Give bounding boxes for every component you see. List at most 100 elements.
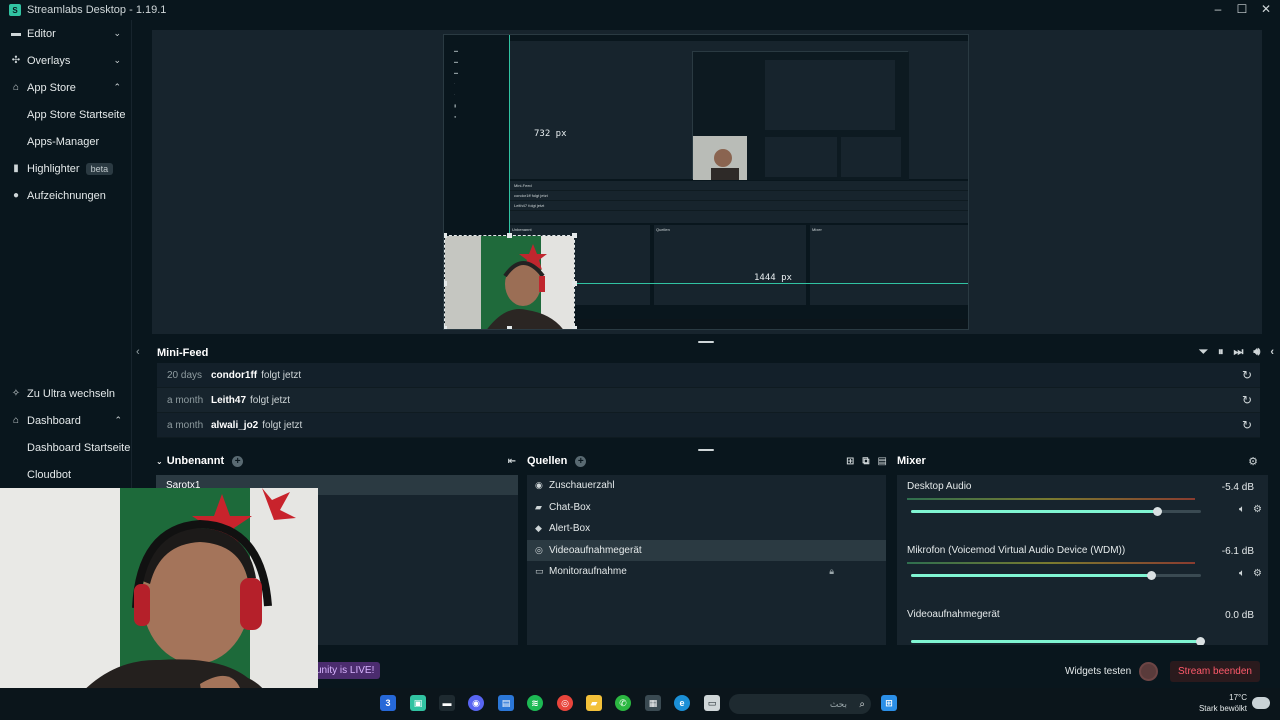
add-source-icon[interactable]: + xyxy=(575,455,587,467)
repeat-icon[interactable]: ↻ xyxy=(1242,393,1252,407)
resize-handle[interactable] xyxy=(572,233,577,238)
sidebar-item-app-store[interactable]: ⌂ App Store ⌃ xyxy=(0,74,131,101)
source-item[interactable]: ◎ Videoaufnahmegerät xyxy=(527,539,886,561)
volume-icon[interactable]: 🔊︎ xyxy=(1253,346,1260,359)
mini-feed: Mini-Feed ⏷ ⏸ ⏭ 🔊︎ ‹ 20 days condor1ff f… xyxy=(148,343,1280,443)
feed-user: condor1ff xyxy=(211,369,258,381)
lock-icon[interactable]: 🔒︎ xyxy=(829,566,834,577)
folder-add-icon[interactable]: ⊞ xyxy=(846,456,854,467)
minimize-icon[interactable]: – xyxy=(1212,2,1224,16)
app-taskbar-icon[interactable]: ▤ xyxy=(498,695,514,711)
spotify-taskbar-icon[interactable]: ≋ xyxy=(527,695,543,711)
gear-icon[interactable]: ⚙ xyxy=(1253,504,1262,515)
sidebar-item-overlays[interactable]: ✣ Overlays ⌄ xyxy=(0,47,131,74)
window-title: Streamlabs Desktop - 1.19.1 xyxy=(27,4,167,16)
webcam-overlay xyxy=(0,488,318,720)
windows-start-icon[interactable]: ⊞ xyxy=(881,695,897,711)
sidebar-item-app-store-home[interactable]: App Store Startseite xyxy=(0,101,131,128)
source-label: Chat-Box xyxy=(549,501,591,513)
app-icon-3[interactable]: 3 xyxy=(380,695,396,711)
webcam-thumbnail xyxy=(445,236,574,329)
preview-canvas[interactable]: ▬ ▬ ▬ · · ▮ ● Mini-Feed condor1ff folgt jetzt Le… xyxy=(443,34,969,330)
sidebar-item-highlighter[interactable]: ▮ Highlighter beta xyxy=(0,155,131,182)
group-icon[interactable]: ⧉ xyxy=(862,456,869,467)
resize-handle[interactable] xyxy=(444,281,447,286)
record-button[interactable] xyxy=(1139,662,1158,681)
repeat-icon[interactable]: ↻ xyxy=(1242,368,1252,382)
search-icon: ⌕ xyxy=(859,698,865,710)
discord-taskbar-icon[interactable]: ◉ xyxy=(468,695,484,711)
resize-handle[interactable] xyxy=(572,281,577,286)
source-label: Zuschauerzahl xyxy=(549,480,615,492)
streamlabs-taskbar-icon[interactable]: ▣ xyxy=(410,695,426,711)
store-taskbar-icon[interactable]: ▦ xyxy=(645,695,661,711)
volume-knob[interactable] xyxy=(1196,637,1205,645)
sidebar: ▬ Editor ⌄ ✣ Overlays ⌄ ⌂ App Store ⌃ Ap… xyxy=(0,20,132,488)
add-scene-icon[interactable]: + xyxy=(232,455,244,467)
chevron-left-icon[interactable]: ‹ xyxy=(1270,346,1274,359)
source-item[interactable]: ▭ Monitoraufnahme 🔒︎ xyxy=(527,561,886,583)
sidebar-item-label: Highlighter xyxy=(27,162,80,175)
sidebar-item-dashboard-home[interactable]: Dashboard Startseite xyxy=(0,434,132,461)
close-icon[interactable]: ✕ xyxy=(1260,2,1272,16)
chevron-down-icon[interactable]: ⌄ xyxy=(156,457,163,466)
live-notification[interactable]: unity is LIVE! xyxy=(310,662,381,679)
resize-handle[interactable] xyxy=(444,233,447,238)
source-item[interactable]: ◉ Zuschauerzahl xyxy=(527,475,886,497)
sidebar-item-ultra[interactable]: ✧ Zu Ultra wechseln xyxy=(0,380,132,407)
sidebar-item-recordings[interactable]: ● Aufzeichnungen xyxy=(0,182,131,209)
weather-widget[interactable]: 17°C Stark bewölkt xyxy=(1195,692,1247,714)
source-item[interactable]: ▰ Chat-Box xyxy=(527,497,886,519)
level-meter xyxy=(907,562,1195,564)
widgets-test-button[interactable]: Widgets testen xyxy=(1065,666,1131,677)
filter-icon[interactable]: ⏷ xyxy=(1199,346,1208,359)
nested-taskbar xyxy=(510,319,968,329)
collapse-panel-icon[interactable]: ⇤ xyxy=(508,456,516,467)
folder-taskbar-icon[interactable]: ▰ xyxy=(586,695,602,711)
sidebar-item-dashboard[interactable]: ⌂ Dashboard ⌃ xyxy=(0,407,132,434)
pause-icon[interactable]: ⏸ xyxy=(1218,346,1224,359)
folder-icon[interactable]: ▤ xyxy=(878,456,887,467)
chrome-taskbar-icon[interactable]: ◎ xyxy=(557,695,573,711)
mixer-panel: Mixer ⚙ Desktop Audio -5.4 dB 🔈︎ ⚙ Mikrof… xyxy=(897,451,1268,655)
volume-knob[interactable] xyxy=(1152,507,1162,516)
feed-user: alwali_jo2 xyxy=(211,419,259,431)
gear-icon[interactable]: ⚙ xyxy=(1253,568,1262,579)
resize-handle[interactable] xyxy=(507,233,512,238)
stream-end-button[interactable]: Stream beenden xyxy=(1170,661,1260,682)
volume-knob[interactable] xyxy=(1146,571,1156,580)
resize-handle[interactable] xyxy=(507,326,512,329)
sidebar-item-cloudbot[interactable]: Cloudbot xyxy=(0,461,132,488)
sidebar-item-label: App Store xyxy=(27,81,76,94)
speaker-icon[interactable]: 🔈︎ xyxy=(1239,568,1245,579)
volume-slider[interactable] xyxy=(911,637,1205,645)
skip-icon[interactable]: ⏭ xyxy=(1233,346,1243,359)
obs-taskbar-icon[interactable]: ▬ xyxy=(439,695,455,711)
sidebar-item-label: Dashboard Startseite xyxy=(27,441,131,454)
source-item[interactable]: ◆ Alert-Box xyxy=(527,518,886,540)
volume-slider[interactable] xyxy=(911,507,1201,516)
repeat-icon[interactable]: ↻ xyxy=(1242,418,1252,432)
resize-handle[interactable] xyxy=(444,326,447,329)
collapse-sidebar-icon[interactable]: ‹ xyxy=(136,346,140,358)
selected-webcam-source[interactable] xyxy=(444,235,575,329)
speaker-icon[interactable]: 🔈︎ xyxy=(1239,504,1245,515)
ultra-icon: ✧ xyxy=(11,388,21,399)
gear-icon[interactable]: ⚙ xyxy=(1248,455,1258,468)
whatsapp-taskbar-icon[interactable]: ✆ xyxy=(615,695,631,711)
taskbar-search[interactable]: بحث ⌕ xyxy=(729,694,871,714)
sidebar-item-editor[interactable]: ▬ Editor ⌄ xyxy=(0,20,131,47)
nested-minifeed: Mini-Feed condor1ff folgt jetzt Leith47 fo… xyxy=(510,181,968,223)
channel-name: Videoaufnahmegerät xyxy=(907,609,1000,620)
maximize-icon[interactable]: ☐ xyxy=(1236,2,1248,16)
volume-slider[interactable] xyxy=(911,571,1201,580)
dashboard-icon: ⌂ xyxy=(12,415,20,426)
app-taskbar-icon[interactable]: ▭ xyxy=(704,695,720,711)
level-meter xyxy=(907,498,1195,500)
scenes-title: Unbenannt xyxy=(166,455,225,467)
sidebar-item-apps-manager[interactable]: Apps-Manager xyxy=(0,128,131,155)
resize-handle[interactable] xyxy=(572,326,577,329)
channel-name: Mikrofon (Voicemod Virtual Audio Device … xyxy=(907,545,1126,556)
alert-icon: ◆ xyxy=(535,523,542,534)
edge-taskbar-icon[interactable]: e xyxy=(674,695,690,711)
